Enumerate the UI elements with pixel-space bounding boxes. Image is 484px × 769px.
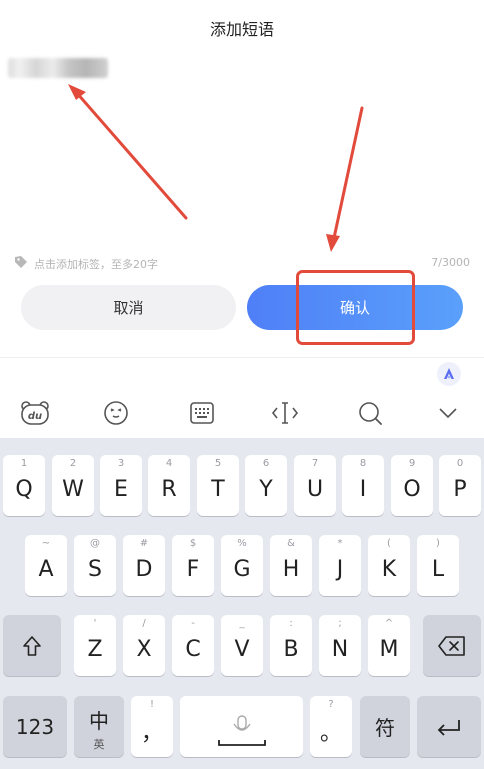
key-v[interactable]: _ V xyxy=(221,615,263,676)
key-q[interactable]: 1Q xyxy=(3,455,45,516)
period-key[interactable]: ?。 xyxy=(310,696,352,757)
numbers-key[interactable]: 123 xyxy=(3,696,67,757)
annotation-arrow-1 xyxy=(74,90,188,220)
cursor-icon[interactable] xyxy=(267,398,303,428)
shift-icon xyxy=(23,635,41,656)
key-n[interactable]: ; N xyxy=(319,615,361,676)
shift-key[interactable] xyxy=(3,615,61,676)
key-z[interactable]: ' Z xyxy=(74,615,116,676)
annotation-arrowhead-2 xyxy=(326,234,340,252)
key-s[interactable]: @ S xyxy=(74,535,116,596)
emoji-icon[interactable] xyxy=(98,398,134,428)
language-switch-key[interactable]: 中 · 英 xyxy=(74,696,124,757)
key-f[interactable]: $ F xyxy=(172,535,214,596)
keyboard-icon[interactable] xyxy=(184,398,220,428)
key-o[interactable]: 9O xyxy=(391,455,433,516)
key-j[interactable]: * J xyxy=(319,535,361,596)
key-l[interactable]: ) L xyxy=(417,535,459,596)
key-c[interactable]: -C xyxy=(172,615,214,676)
key-d[interactable]: # D xyxy=(123,535,165,596)
divider xyxy=(0,357,484,358)
key-h[interactable]: & H xyxy=(270,535,312,596)
page-title: 添加短语 xyxy=(209,20,274,39)
keyboard-toolbar: du xyxy=(0,390,484,438)
key-i[interactable]: 8I xyxy=(342,455,384,516)
key-p[interactable]: 0P xyxy=(439,455,481,516)
space-key[interactable] xyxy=(180,696,303,757)
du-bear-icon[interactable]: du xyxy=(17,398,53,428)
key-r[interactable]: 4R xyxy=(148,455,190,516)
keyboard: 1Q 2W 3E 4R 5T 6Y 7U 8I 9O 0P ~ A @ S # D $… xyxy=(0,438,484,769)
tag-icon xyxy=(15,256,27,268)
key-e[interactable]: 3E xyxy=(100,455,142,516)
cancel-button[interactable]: 取消 xyxy=(21,285,236,330)
annotation-arrowhead-1 xyxy=(68,84,86,100)
backspace-icon xyxy=(438,635,465,656)
confirm-button[interactable]: 确认 xyxy=(247,285,463,330)
char-counter: 7/3000 xyxy=(431,256,470,269)
key-y[interactable]: 6Y xyxy=(245,455,287,516)
tag-hint-text: 点击添加标签，至多20字 xyxy=(34,258,158,271)
enter-key[interactable] xyxy=(417,696,481,757)
backspace-key[interactable] xyxy=(423,615,481,676)
microphone-icon xyxy=(217,714,266,746)
search-icon[interactable] xyxy=(352,398,388,428)
phrase-text-blurred[interactable] xyxy=(8,58,108,78)
enter-icon xyxy=(437,719,460,736)
key-x[interactable]: / X xyxy=(123,615,165,676)
key-b[interactable]: :B xyxy=(270,615,312,676)
ai-assistant-icon[interactable] xyxy=(437,362,461,386)
key-a[interactable]: ~ A xyxy=(25,535,67,596)
svg-text:du: du xyxy=(28,411,42,422)
collapse-chevron-icon[interactable] xyxy=(430,398,466,428)
key-u[interactable]: 7U xyxy=(294,455,336,516)
key-w[interactable]: 2W xyxy=(52,455,94,516)
key-t[interactable]: 5T xyxy=(197,455,239,516)
annotation-arrow-2 xyxy=(332,106,364,240)
tag-row[interactable]: 点击添加标签，至多20字 7/3000 xyxy=(14,254,472,272)
comma-key[interactable]: !， xyxy=(131,696,173,757)
symbols-key[interactable]: 符 xyxy=(360,696,410,757)
key-m[interactable]: ^ M xyxy=(368,615,410,676)
key-k[interactable]: (K xyxy=(368,535,410,596)
key-g[interactable]: % G xyxy=(221,535,263,596)
